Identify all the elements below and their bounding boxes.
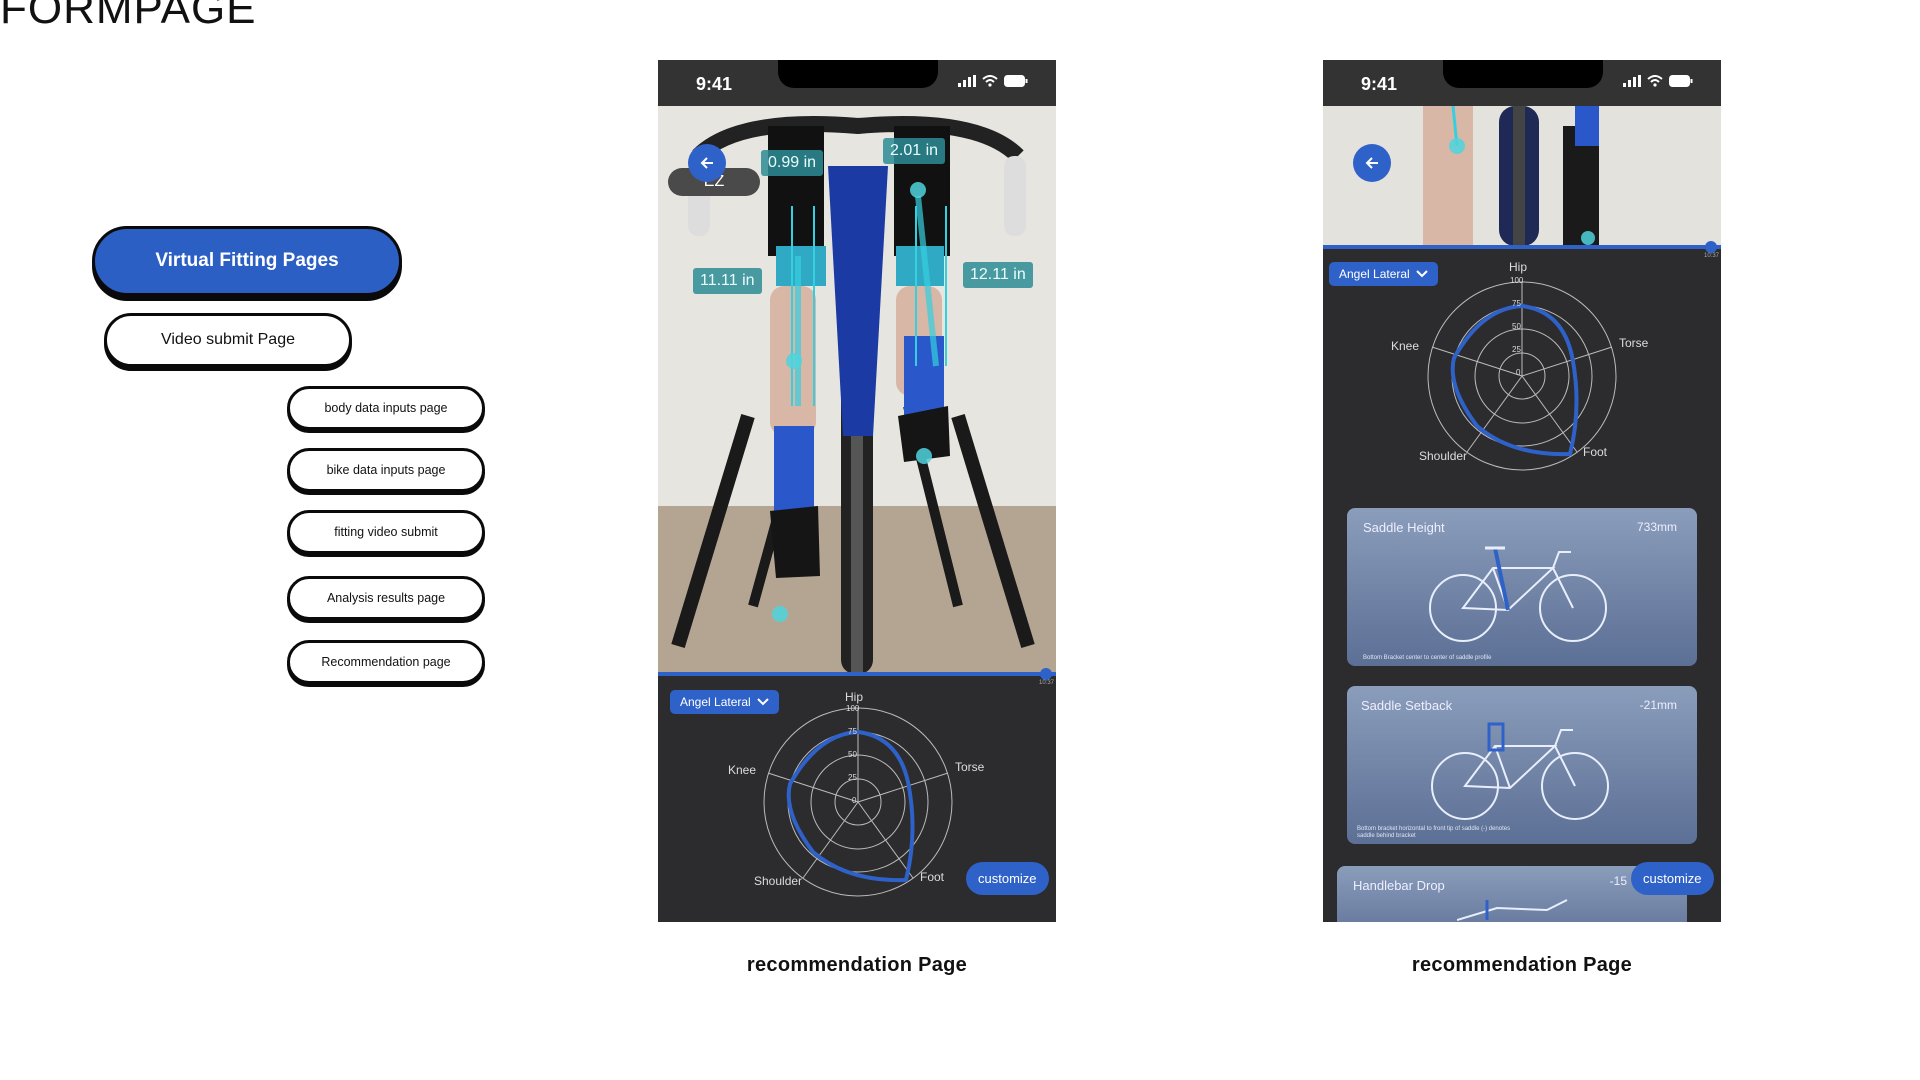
status-time: 9:41 bbox=[1361, 74, 1398, 94]
radar-tick: 0 bbox=[852, 796, 857, 805]
radar-tick: 100 bbox=[846, 704, 860, 713]
video-submit-page-button[interactable]: Video submit Page bbox=[104, 313, 352, 367]
radar-tick: 75 bbox=[848, 727, 857, 736]
radar-axis-hip: Hip bbox=[1509, 260, 1528, 274]
back-button[interactable] bbox=[688, 144, 726, 182]
radar-axis-shoulder: Shoulder bbox=[754, 874, 803, 888]
notch bbox=[778, 60, 938, 88]
body-data-inputs-button[interactable]: body data inputs page bbox=[287, 386, 485, 430]
customize-button[interactable]: customize bbox=[1631, 862, 1714, 895]
analysis-results-button[interactable]: Analysis results page bbox=[287, 576, 485, 620]
video-time: 10:37 bbox=[1038, 680, 1054, 686]
saddle-setback-card[interactable]: Saddle Setback -21mm Bottom bracket hori… bbox=[1347, 686, 1697, 844]
customize-button[interactable]: customize bbox=[966, 862, 1049, 895]
virtual-fitting-pages-button[interactable]: Virtual Fitting Pages bbox=[92, 226, 402, 296]
bike-diagram bbox=[1431, 722, 1609, 820]
radar-axis-knee: Knee bbox=[1391, 339, 1420, 353]
video-time: 10:37 bbox=[1703, 253, 1719, 259]
wifi-icon bbox=[982, 75, 998, 87]
signal-icon bbox=[958, 75, 976, 87]
radar-axis-hip: Hip bbox=[845, 690, 864, 704]
video-progress[interactable] bbox=[1323, 245, 1721, 249]
screen-caption: recommendation Page bbox=[746, 954, 968, 976]
card-title: Saddle Height bbox=[1363, 520, 1445, 535]
wifi-icon bbox=[1647, 75, 1663, 87]
radar-axis-torse: Torse bbox=[955, 760, 985, 774]
radar-axis-knee: Knee bbox=[728, 763, 757, 777]
radar-tick: 25 bbox=[1512, 345, 1521, 354]
battery-icon bbox=[1004, 75, 1028, 87]
dropdown-label: Angel Lateral bbox=[680, 695, 751, 709]
page-title: FORMPAGE bbox=[0, 0, 257, 33]
bike-data-inputs-button[interactable]: bike data inputs page bbox=[287, 448, 485, 492]
measurement-label: 12.11 in bbox=[963, 262, 1033, 288]
phone-screen-2: 9:41 10:37 Angel Lateral Hip Torse Foot … bbox=[1323, 60, 1721, 922]
radar-tick: 100 bbox=[1510, 276, 1524, 285]
status-bar: 9:41 bbox=[658, 60, 1056, 106]
radar-axis-foot: Foot bbox=[920, 870, 945, 884]
radar-tick: 0 bbox=[1516, 368, 1521, 377]
status-bar: 9:41 bbox=[1323, 60, 1721, 106]
radar-axis-foot: Foot bbox=[1583, 445, 1608, 459]
card-note: Bottom bracket horizontal to front tip o… bbox=[1357, 826, 1511, 839]
radar-tick: 50 bbox=[1512, 322, 1521, 331]
card-value: 733mm bbox=[1636, 520, 1677, 534]
measurement-label: 11.11 in bbox=[693, 268, 762, 294]
back-button[interactable] bbox=[1353, 144, 1391, 182]
phone-screen-1: 9:41 EZ 0.99 in 2.01 in 11.11 in 12.11 i… bbox=[658, 60, 1056, 922]
card-value: -15 bbox=[1609, 874, 1627, 888]
bike-diagram bbox=[1429, 546, 1607, 642]
notch bbox=[1443, 60, 1603, 88]
card-title: Saddle Setback bbox=[1361, 698, 1453, 713]
dropdown-label: Angel Lateral bbox=[1339, 267, 1410, 281]
battery-icon bbox=[1669, 75, 1693, 87]
video-progress[interactable] bbox=[658, 672, 1056, 676]
measurement-label: 2.01 in bbox=[883, 138, 946, 164]
fitting-video[interactable]: EZ 0.99 in 2.01 in 11.11 in 12.11 in bbox=[658, 106, 1056, 674]
radar-axis-torse: Torse bbox=[1619, 336, 1649, 350]
back-arrow-icon bbox=[700, 157, 713, 169]
bike-diagram bbox=[1457, 899, 1568, 921]
recommendation-page-button[interactable]: Recommendation page bbox=[287, 640, 485, 684]
radar-axis-shoulder: Shoulder bbox=[1419, 449, 1468, 463]
card-note: Bottom Bracket center to center of saddl… bbox=[1363, 655, 1492, 661]
screen-caption: recommendation Page bbox=[1411, 954, 1633, 976]
progress-knob[interactable] bbox=[1040, 668, 1052, 680]
radar-tick: 75 bbox=[1512, 299, 1521, 308]
saddle-height-card[interactable]: Saddle Height 733mm Bottom Bracket cente… bbox=[1347, 508, 1697, 666]
signal-icon bbox=[1623, 75, 1641, 87]
fitting-video-submit-button[interactable]: fitting video submit bbox=[287, 510, 485, 554]
card-title: Handlebar Drop bbox=[1353, 878, 1445, 893]
progress-knob[interactable] bbox=[1705, 241, 1717, 253]
measurement-label: 0.99 in bbox=[761, 150, 824, 176]
status-time: 9:41 bbox=[696, 74, 733, 94]
back-arrow-icon bbox=[1365, 157, 1378, 169]
card-value: -21mm bbox=[1639, 698, 1677, 712]
radar-tick: 50 bbox=[848, 750, 857, 759]
radar-tick: 25 bbox=[848, 773, 857, 782]
